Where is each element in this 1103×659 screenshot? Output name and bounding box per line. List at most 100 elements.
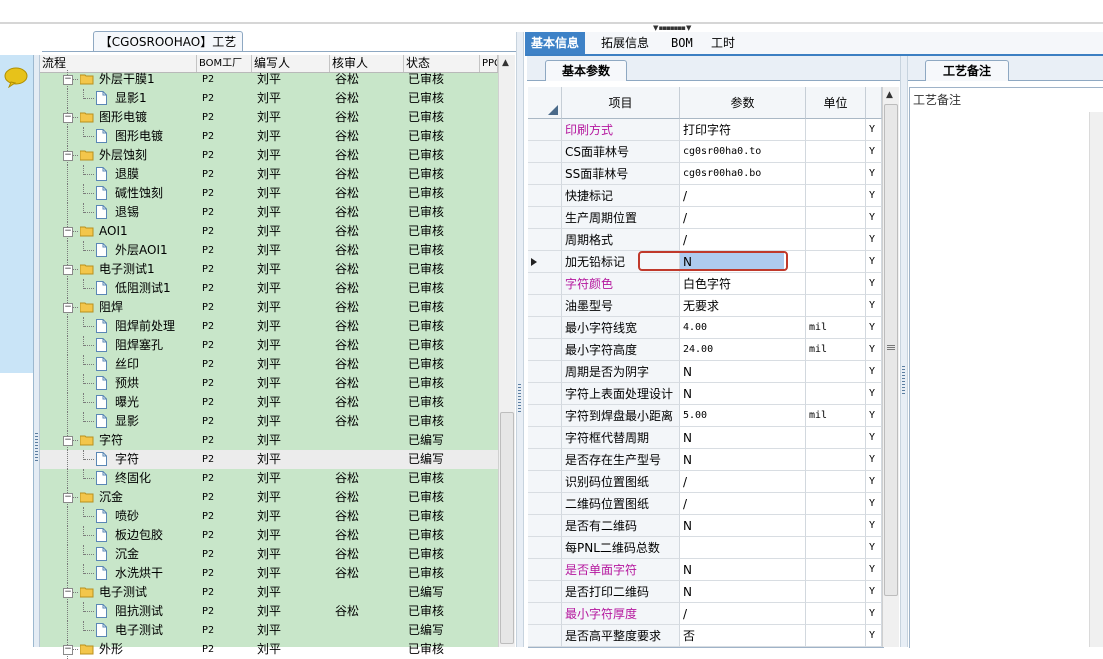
row-header[interactable] xyxy=(528,625,562,647)
tree-row[interactable]: 阻抗测试 P2 刘平 谷松 已审核 xyxy=(40,602,498,621)
splitter-grip-icon[interactable]: ▼ ▪▪▪▪▪▪▪ ▼ xyxy=(653,25,715,32)
row-header[interactable] xyxy=(528,119,562,141)
collapse-icon[interactable]: − xyxy=(63,588,73,598)
param-value[interactable]: N xyxy=(680,361,806,383)
tree-row[interactable]: 预烘 P2 刘平 谷松 已审核 xyxy=(40,374,498,393)
tree-scroll-thumb[interactable] xyxy=(500,412,514,644)
tree-row[interactable]: − 电子测试 P2 刘平 已编写 xyxy=(40,583,498,602)
tree-row[interactable]: 退膜 P2 刘平 谷松 已审核 xyxy=(40,165,498,184)
tree-row[interactable]: − 字符 P2 刘平 已编写 xyxy=(40,431,498,450)
tab-basic-params[interactable]: 基本参数 xyxy=(545,60,627,81)
tree-row[interactable]: 显影1 P2 刘平 谷松 已审核 xyxy=(40,89,498,108)
tree-row[interactable]: 阻焊塞孔 P2 刘平 谷松 已审核 xyxy=(40,336,498,355)
tree-row[interactable]: 终固化 P2 刘平 谷松 已审核 xyxy=(40,469,498,488)
param-row[interactable]: CS面菲林号 cg0sr00ha0.to Y xyxy=(528,141,882,163)
param-row[interactable]: 周期格式 / Y xyxy=(528,229,882,251)
row-header[interactable] xyxy=(528,207,562,229)
param-value[interactable]: / xyxy=(680,493,806,515)
row-header[interactable] xyxy=(528,515,562,537)
tree-row[interactable]: 喷砂 P2 刘平 谷松 已审核 xyxy=(40,507,498,526)
tree-row[interactable]: 沉金 P2 刘平 谷松 已审核 xyxy=(40,545,498,564)
param-value[interactable]: N xyxy=(680,559,806,581)
row-header[interactable] xyxy=(528,493,562,515)
param-value[interactable]: 24.00 xyxy=(680,339,806,361)
param-row[interactable]: 周期是否为阴字 N Y xyxy=(528,361,882,383)
param-row[interactable]: 字符颜色 白色字符 Y xyxy=(528,273,882,295)
param-col-item[interactable]: 项目 xyxy=(562,87,680,119)
param-value[interactable]: N xyxy=(680,383,806,405)
param-row[interactable]: 是否存在生产型号 N Y xyxy=(528,449,882,471)
param-value[interactable]: 5.00 xyxy=(680,405,806,427)
param-value[interactable]: 无要求 xyxy=(680,295,806,317)
param-row[interactable]: 生产周期位置 / Y xyxy=(528,207,882,229)
param-row[interactable]: 二维码位置图纸 / Y xyxy=(528,493,882,515)
param-row[interactable]: 字符框代替周期 N Y xyxy=(528,427,882,449)
param-value[interactable]: / xyxy=(680,207,806,229)
param-value[interactable]: 4.00 xyxy=(680,317,806,339)
param-row[interactable]: 油墨型号 无要求 Y xyxy=(528,295,882,317)
param-value[interactable]: N xyxy=(680,449,806,471)
row-header[interactable] xyxy=(528,295,562,317)
param-row[interactable]: 最小字符线宽 4.00 mil Y xyxy=(528,317,882,339)
row-header[interactable] xyxy=(528,339,562,361)
row-header[interactable] xyxy=(528,581,562,603)
param-row[interactable]: 最小字符高度 24.00 mil Y xyxy=(528,339,882,361)
row-header[interactable] xyxy=(528,251,562,273)
process-notes-area[interactable] xyxy=(909,87,1103,648)
row-header[interactable] xyxy=(528,559,562,581)
tree-row[interactable]: 电子测试 P2 刘平 已编写 xyxy=(40,621,498,640)
collapse-icon[interactable]: − xyxy=(63,113,73,123)
tab-labor-hours[interactable]: 工时 xyxy=(705,32,741,54)
row-header[interactable] xyxy=(528,229,562,251)
tab-process-notes[interactable]: 工艺备注 xyxy=(925,60,1009,81)
param-value[interactable]: cg0sr00ha0.bo xyxy=(680,163,806,185)
param-value[interactable]: / xyxy=(680,603,806,625)
tree-row[interactable]: 阻焊前处理 P2 刘平 谷松 已审核 xyxy=(40,317,498,336)
tree-row[interactable]: 丝印 P2 刘平 谷松 已审核 xyxy=(40,355,498,374)
scroll-up-icon[interactable]: ▲ xyxy=(502,58,509,68)
tree-row[interactable]: 退锡 P2 刘平 谷松 已审核 xyxy=(40,203,498,222)
param-scroll-thumb[interactable] xyxy=(884,104,898,596)
tree-row[interactable]: 图形电镀 P2 刘平 谷松 已审核 xyxy=(40,127,498,146)
tree-row[interactable]: − 外形 P2 刘平 已审核 xyxy=(40,640,498,659)
param-row[interactable]: 是否单面字符 N Y xyxy=(528,559,882,581)
collapse-icon[interactable]: − xyxy=(63,493,73,503)
tree-row[interactable]: − 阻焊 P2 刘平 谷松 已审核 xyxy=(40,298,498,317)
middle-splitter[interactable] xyxy=(516,32,524,647)
param-value[interactable]: 打印字符 xyxy=(680,119,806,141)
tab-bom[interactable]: BOM xyxy=(665,32,699,54)
tree-row[interactable]: 显影 P2 刘平 谷松 已审核 xyxy=(40,412,498,431)
param-row[interactable]: 最小字符厚度 / Y xyxy=(528,603,882,625)
tree-row[interactable]: 外层AOI1 P2 刘平 谷松 已审核 xyxy=(40,241,498,260)
param-value[interactable]: 白色字符 xyxy=(680,273,806,295)
param-row[interactable]: 字符到焊盘最小距离 5.00 mil Y xyxy=(528,405,882,427)
tree-row[interactable]: 字符 P2 刘平 已编写 xyxy=(40,450,498,469)
tab-basic-info[interactable]: 基本信息 xyxy=(525,32,586,54)
param-col-value[interactable]: 参数 xyxy=(680,87,806,119)
param-value[interactable]: / xyxy=(680,185,806,207)
param-row[interactable]: 是否有二维码 N Y xyxy=(528,515,882,537)
param-row[interactable]: 印刷方式 打印字符 Y xyxy=(528,119,882,141)
collapse-icon[interactable]: − xyxy=(63,227,73,237)
row-header[interactable] xyxy=(528,449,562,471)
row-header[interactable] xyxy=(528,361,562,383)
tree-row[interactable]: − 沉金 P2 刘平 谷松 已审核 xyxy=(40,488,498,507)
tab-extended-info[interactable]: 拓展信息 xyxy=(595,32,655,54)
tree-row[interactable]: 低阻测试1 P2 刘平 谷松 已审核 xyxy=(40,279,498,298)
tree-row[interactable]: − 电子测试1 P2 刘平 谷松 已审核 xyxy=(40,260,498,279)
right-splitter[interactable] xyxy=(900,56,908,647)
tree-row[interactable]: − AOI1 P2 刘平 谷松 已审核 xyxy=(40,222,498,241)
tree-row[interactable]: − 外层蚀刻 P2 刘平 谷松 已审核 xyxy=(40,146,498,165)
param-row[interactable]: 是否打印二维码 N Y xyxy=(528,581,882,603)
chat-bubble-icon[interactable] xyxy=(3,66,29,88)
row-header[interactable] xyxy=(528,273,562,295)
row-header[interactable] xyxy=(528,141,562,163)
param-value[interactable] xyxy=(680,537,806,559)
row-header[interactable] xyxy=(528,383,562,405)
param-row[interactable]: 字符上表面处理设计 N Y xyxy=(528,383,882,405)
tree-row[interactable]: 水洗烘干 P2 刘平 谷松 已审核 xyxy=(40,564,498,583)
collapse-icon[interactable]: − xyxy=(63,303,73,313)
param-row[interactable]: 识别码位置图纸 / Y xyxy=(528,471,882,493)
param-row[interactable]: SS面菲林号 cg0sr00ha0.bo Y xyxy=(528,163,882,185)
row-header[interactable] xyxy=(528,427,562,449)
